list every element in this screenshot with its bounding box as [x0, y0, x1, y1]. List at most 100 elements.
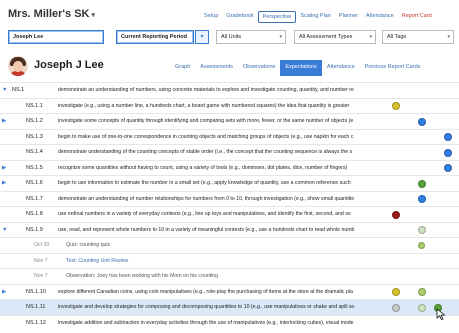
tab-assessments[interactable]: Assessments — [195, 60, 238, 76]
expectation-description: explore different Canadian coins, using … — [58, 288, 353, 295]
expectation-description: begin to use information to estimate the… — [58, 180, 351, 186]
assessment-types-value: All Assessment Types — [299, 34, 353, 40]
expectation-code: NS.1.12 — [26, 319, 46, 326]
expectation-row[interactable]: NS.1.4 demonstrate understanding of the c… — [0, 144, 459, 160]
expectation-row[interactable]: ▶ NS.1.5 recognize some quantities without… — [0, 159, 459, 176]
units-select-value: All Units — [221, 34, 242, 40]
expectation-code: NS.1.4 — [26, 149, 43, 155]
nav-attendance[interactable]: Attendance — [362, 11, 398, 23]
assessment-types-select[interactable]: All Assessment Types ▾ — [294, 30, 376, 44]
app-title-text: Mrs. Miller's SK — [8, 8, 90, 20]
achievement-dot-blue[interactable] — [444, 164, 452, 172]
chevron-down-icon: ▾ — [200, 34, 204, 40]
avatar-face — [13, 61, 23, 72]
expectation-description: recognize some quantities without having… — [58, 164, 348, 171]
expectation-description: demonstrate an understanding of number r… — [58, 195, 355, 202]
achievement-dot-green[interactable] — [418, 179, 426, 188]
expectation-row[interactable]: NS.1.7 demonstrate an understanding of nu… — [0, 190, 459, 207]
evidence-row[interactable]: Nov 7 Observation: Joey has been working … — [0, 268, 459, 284]
tab-graph[interactable]: Graph — [170, 60, 195, 76]
evidence-row[interactable]: Nov 7 Test: Counting Unit Review — [0, 252, 459, 269]
expectation-code: NS.1.5 — [26, 164, 43, 171]
expectation-row[interactable]: NS.1.1 investigate (e.g., using a number … — [0, 97, 459, 114]
expectation-code: NS.1 — [12, 87, 25, 93]
expectation-description: investigate and develop strategies for c… — [58, 304, 355, 310]
expectation-description: demonstrate understanding of the countin… — [58, 149, 353, 155]
chevron-down-icon: ▾ — [369, 34, 372, 40]
expectation-row[interactable]: NS.1.3 begin to make use of one-to-one co… — [0, 128, 459, 145]
caret-down-icon[interactable]: ▼ — [2, 227, 7, 233]
units-select[interactable]: All Units ▾ — [216, 30, 286, 44]
tab-previous-report-cards[interactable]: Previous Report Cards — [360, 60, 426, 76]
achievement-dot-grey-dot[interactable] — [392, 303, 400, 312]
caret-right-icon[interactable]: ▶ — [2, 180, 6, 186]
nav-setup[interactable]: Setup — [200, 11, 222, 23]
achievement-dot-yellow[interactable] — [392, 288, 400, 296]
nav-perspective[interactable]: Perspective — [257, 11, 297, 23]
expectation-description: use, read, and represent whole numbers t… — [58, 226, 355, 233]
achievement-dot-pale[interactable] — [418, 303, 426, 312]
caret-right-icon[interactable]: ▶ — [2, 118, 6, 124]
app-title[interactable]: Mrs. Miller's SK ▾ — [8, 8, 95, 20]
expectation-row[interactable]: ▶ NS.1.10 explore different Canadian coins… — [0, 283, 459, 300]
achievement-dot-pale[interactable] — [418, 226, 426, 234]
expectation-description: begin to make use of one-to-one correspo… — [58, 133, 354, 140]
caret-down-icon[interactable]: ▼ — [2, 87, 7, 93]
achievement-dot-blue[interactable] — [418, 195, 426, 203]
period-select[interactable]: Current Reporting Period — [116, 30, 194, 44]
expectation-description: investigate addition and subtraction in … — [58, 319, 354, 326]
caret-right-icon[interactable]: ▶ — [2, 165, 6, 171]
expectation-description: investigate some concepts of quantity th… — [58, 118, 354, 124]
caret-right-icon[interactable]: ▶ — [2, 289, 6, 295]
student-select-value: Joseph Lee — [13, 34, 44, 40]
expectation-description: demonstrate an understanding of numbers,… — [58, 87, 354, 93]
achievement-dot-blue[interactable] — [444, 148, 452, 157]
expectation-code: NS.1.2 — [26, 118, 43, 124]
period-dropdown-button[interactable]: ▾ — [195, 30, 209, 44]
achievement-dot-yellow[interactable] — [392, 102, 400, 110]
achievement-dot-blue[interactable] — [418, 117, 426, 126]
evidence-date: Nov 7 — [34, 273, 48, 279]
achievement-dot-dark-red[interactable] — [392, 210, 400, 219]
achievement-dot-light-green[interactable] — [418, 241, 425, 249]
nav-planner[interactable]: Planner — [335, 11, 362, 23]
period-select-value: Current Reporting Period — [121, 34, 188, 40]
nav-scaling-plan[interactable]: Scaling Plan — [296, 11, 335, 23]
student-tabs: Graph Assessments Observations Expectations… — [170, 60, 425, 76]
expectation-row[interactable]: NS.1.11 investigate and develop strategie… — [0, 299, 459, 315]
expectation-code: NS.1.3 — [26, 133, 43, 140]
expectation-code: NS.1.10 — [26, 288, 46, 295]
tab-attendance[interactable]: Attendance — [322, 60, 360, 76]
expectation-row[interactable]: NS.1.12 investigate addition and subtract… — [0, 314, 459, 331]
evidence-row[interactable]: Oct 20 Quiz: counting quiz — [0, 237, 459, 253]
expectation-code: NS.1.6 — [26, 180, 43, 186]
expectation-code: NS.1.1 — [26, 102, 43, 109]
expectation-row[interactable]: NS.1.8 use ordinal numbers in a variety o… — [0, 206, 459, 222]
expectation-row[interactable]: ▶ NS.1.2 investigate some concepts of quan… — [0, 113, 459, 129]
expectation-description: use ordinal numbers in a variety of ever… — [58, 211, 351, 217]
student-header: Joseph J Lee Graph Assessments Observation… — [0, 52, 459, 82]
top-navigation: Setup Gradebook Perspective Scaling Plan Pla… — [200, 11, 436, 23]
chevron-down-icon: ▾ — [279, 34, 282, 40]
expectation-row[interactable]: ▼ NS.1 demonstrate an understanding of num… — [0, 82, 459, 98]
expectation-code: NS.1.8 — [26, 211, 43, 217]
tab-expectations[interactable]: Expectations — [280, 60, 322, 76]
tags-select[interactable]: All Tags ▾ — [382, 30, 454, 44]
nav-gradebook[interactable]: Gradebook — [222, 11, 257, 23]
expectation-code: NS.1.11 — [26, 304, 46, 310]
evidence-note: Observation: Joey has been working with … — [66, 273, 218, 279]
student-select[interactable]: Joseph Lee — [8, 30, 104, 44]
evidence-note[interactable]: Test: Counting Unit Review — [66, 258, 128, 264]
expectation-row[interactable]: ▶ NS.1.6 begin to use information to estim… — [0, 175, 459, 191]
tab-observations[interactable]: Observations — [238, 60, 280, 76]
expectation-description: investigate (e.g., using a number line, … — [58, 102, 350, 109]
filter-bar: Joseph Lee Current Reporting Period ▾ Al… — [0, 30, 459, 48]
achievement-dot-light-green[interactable] — [418, 288, 426, 296]
chevron-down-icon: ▾ — [91, 12, 95, 19]
avatar — [8, 56, 28, 76]
evidence-note: Quiz: counting quiz — [66, 242, 111, 248]
nav-report-card[interactable]: Report Card — [398, 11, 436, 23]
achievement-dot-blue[interactable] — [444, 133, 452, 141]
expectation-code: NS.1.7 — [26, 195, 43, 202]
expectation-row[interactable]: ▼ NS.1.9 use, read, and represent whole nu… — [0, 221, 459, 238]
